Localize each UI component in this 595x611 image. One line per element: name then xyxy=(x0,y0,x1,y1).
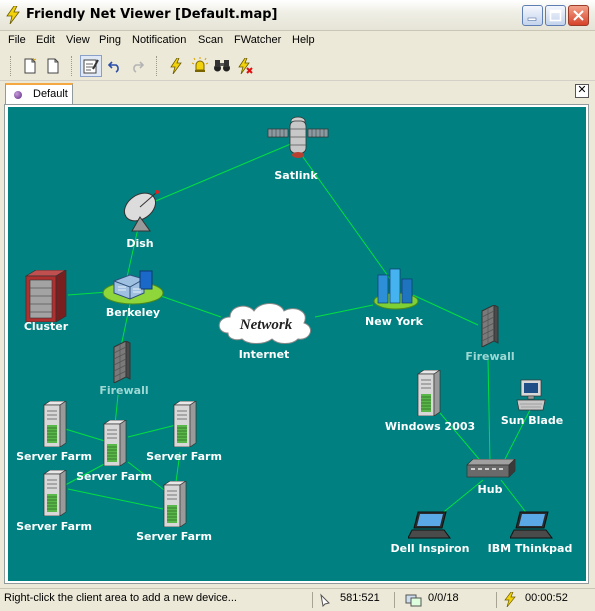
menu-help[interactable]: Help xyxy=(292,34,315,46)
node-label-server-farm: Server Farm xyxy=(136,530,212,543)
app-lightning-icon xyxy=(5,5,21,27)
server-icon[interactable] xyxy=(40,401,68,447)
menu-bar: File Edit View Ping Notification Scan FW… xyxy=(0,31,595,51)
menu-view[interactable]: View xyxy=(66,34,90,46)
tab-label: Default xyxy=(33,88,68,100)
undo-icon[interactable] xyxy=(104,55,126,77)
server-icon[interactable] xyxy=(160,481,188,527)
window-title: Friendly Net Viewer [Default.map] xyxy=(26,7,278,22)
node-label-windows-2003: Windows 2003 xyxy=(384,420,476,433)
campus-icon[interactable] xyxy=(102,267,164,305)
node-label-firewall-right: Firewall xyxy=(465,350,515,363)
link-berkeley-network xyxy=(157,294,222,318)
node-label-satlink: Satlink xyxy=(274,169,318,182)
cloud-network-text: Network xyxy=(239,317,293,333)
link-sf3-sf2 xyxy=(127,424,177,438)
menu-file[interactable]: File xyxy=(8,34,26,46)
node-label-dell-inspiron: Dell Inspiron xyxy=(390,542,470,555)
satellite-icon[interactable] xyxy=(266,115,330,165)
lightning-stop-icon[interactable] xyxy=(234,55,256,77)
server-icon[interactable] xyxy=(170,401,198,447)
status-divider xyxy=(312,592,314,608)
node-label-cluster: Cluster xyxy=(23,320,69,333)
laptop-icon[interactable] xyxy=(510,510,554,540)
minimize-button[interactable] xyxy=(522,5,543,26)
new-map-icon[interactable] xyxy=(42,55,64,77)
tab-default[interactable]: Default xyxy=(5,83,73,104)
link-firewall-hub xyxy=(487,358,491,464)
toolbar-grip[interactable] xyxy=(71,56,75,76)
status-hint: Right-click the client area to add a new… xyxy=(4,592,237,604)
server-icon[interactable] xyxy=(40,470,68,516)
menu-scan[interactable]: Scan xyxy=(198,34,223,46)
node-label-newyork: New York xyxy=(365,315,423,328)
hosts-icon xyxy=(405,593,423,609)
status-time: 00:00:52 xyxy=(525,592,568,604)
node-label-berkeley: Berkeley xyxy=(105,306,161,319)
node-label-server-farm: Server Farm xyxy=(76,470,152,483)
server-icon[interactable] xyxy=(414,370,442,416)
firewall-icon[interactable] xyxy=(110,341,132,383)
laptop-icon[interactable] xyxy=(408,510,452,540)
menu-edit[interactable]: Edit xyxy=(36,34,55,46)
binoculars-icon[interactable] xyxy=(211,55,233,77)
app-window: Friendly Net Viewer [Default.map] File E… xyxy=(0,0,595,611)
status-divider xyxy=(394,592,396,608)
alarm-icon[interactable] xyxy=(189,55,211,77)
redo-icon[interactable] xyxy=(126,55,148,77)
status-counts: 0/0/18 xyxy=(428,592,459,604)
node-label-sun-blade: Sun Blade xyxy=(500,414,564,427)
menu-ping[interactable]: Ping xyxy=(99,34,121,46)
status-bar: Right-click the client area to add a new… xyxy=(0,588,595,611)
node-label-firewall-left: Firewall xyxy=(99,384,149,397)
map-tab-icon xyxy=(14,91,22,99)
close-button[interactable] xyxy=(568,5,589,26)
node-label-internet: Internet xyxy=(238,348,290,361)
node-label-ibm-thinkpad: IBM Thinkpad xyxy=(487,542,573,555)
new-icon[interactable] xyxy=(19,55,41,77)
lightning-icon[interactable] xyxy=(165,55,187,77)
node-label-server-farm: Server Farm xyxy=(16,520,92,533)
server-rack-icon[interactable] xyxy=(22,270,68,322)
toolbar-grip[interactable] xyxy=(10,56,14,76)
toolbar-grip[interactable] xyxy=(156,56,160,76)
maximize-button[interactable] xyxy=(545,5,566,26)
city-icon[interactable] xyxy=(372,267,420,311)
satellite-dish-icon[interactable] xyxy=(120,187,164,233)
status-coords: 581:521 xyxy=(340,592,380,604)
title-bar[interactable]: Friendly Net Viewer [Default.map] xyxy=(0,0,595,31)
link-sf4-sf5 xyxy=(67,488,164,510)
close-tab-button[interactable]: ✕ xyxy=(575,84,589,98)
mouse-icon xyxy=(318,593,332,609)
node-label-server-farm: Server Farm xyxy=(146,450,222,463)
menu-fwatcher[interactable]: FWatcher xyxy=(234,34,281,46)
network-map-canvas[interactable]: Satlink Dish Cluster Berkeley Network In… xyxy=(8,107,586,581)
toolbar xyxy=(0,52,595,81)
cloud-icon[interactable]: Network xyxy=(214,299,318,345)
node-label-server-farm: Server Farm xyxy=(16,450,92,463)
node-label-dish: Dish xyxy=(126,237,154,250)
hub-icon[interactable] xyxy=(465,459,517,481)
lightning-icon xyxy=(504,591,516,608)
node-label-hub: Hub xyxy=(477,483,503,496)
workstation-icon[interactable] xyxy=(515,378,547,412)
tab-strip: Default ✕ xyxy=(0,81,595,104)
edit-icon[interactable] xyxy=(80,55,102,77)
menu-notification[interactable]: Notification xyxy=(132,34,186,46)
status-divider xyxy=(496,592,498,608)
server-icon[interactable] xyxy=(100,420,128,466)
firewall-icon[interactable] xyxy=(478,305,500,347)
